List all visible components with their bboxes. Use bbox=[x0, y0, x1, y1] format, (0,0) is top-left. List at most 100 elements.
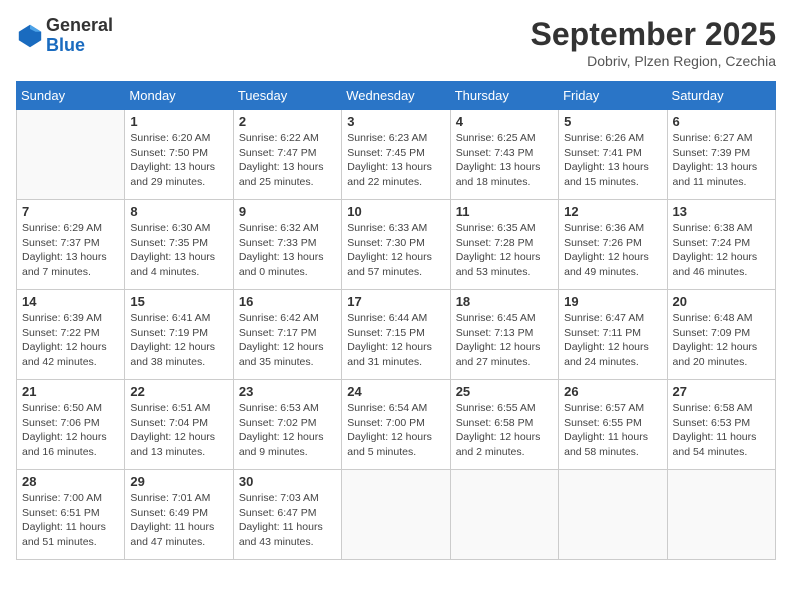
calendar-cell: 19 Sunrise: 6:47 AM Sunset: 7:11 PM Dayli… bbox=[559, 290, 667, 380]
calendar-week-row: 21Sunrise: 6:50 AM Sunset: 7:06 PM Dayli… bbox=[17, 380, 776, 470]
day-info: Sunrise: 6:48 AM Sunset: 7:09 PM Dayligh… bbox=[673, 311, 770, 370]
calendar-cell: 18Sunrise: 6:45 AM Sunset: 7:13 PM Dayli… bbox=[450, 290, 558, 380]
calendar-cell: 16 Sunrise: 6:42 AM Sunset: 7:17 PM Dayli… bbox=[233, 290, 341, 380]
calendar-cell: 20 Sunrise: 6:48 AM Sunset: 7:09 PM Dayli… bbox=[667, 290, 775, 380]
logo-text: General Blue bbox=[46, 16, 113, 56]
day-info: Sunrise: 6:41 AM Sunset: 7:19 PM Dayligh… bbox=[130, 311, 227, 370]
day-number: 8 bbox=[130, 204, 227, 219]
calendar-table: SundayMondayTuesdayWednesdayThursdayFrid… bbox=[16, 81, 776, 560]
day-info: Sunrise: 6:25 AM Sunset: 7:43 PM Dayligh… bbox=[456, 131, 553, 190]
calendar-cell: 26 Sunrise: 6:57 AM Sunset: 6:55 PM Dayli… bbox=[559, 380, 667, 470]
calendar-cell: 13 Sunrise: 6:38 AM Sunset: 7:24 PM Dayli… bbox=[667, 200, 775, 290]
calendar-header: SundayMondayTuesdayWednesdayThursdayFrid… bbox=[17, 82, 776, 110]
day-number: 15 bbox=[130, 294, 227, 309]
day-number: 29 bbox=[130, 474, 227, 489]
title-block: September 2025 Dobriv, Plzen Region, Cze… bbox=[531, 16, 776, 69]
calendar-cell: 17Sunrise: 6:44 AM Sunset: 7:15 PM Dayli… bbox=[342, 290, 450, 380]
day-info: Sunrise: 6:51 AM Sunset: 7:04 PM Dayligh… bbox=[130, 401, 227, 460]
calendar-cell: 28 Sunrise: 7:00 AM Sunset: 6:51 PM Dayli… bbox=[17, 470, 125, 560]
day-info: Sunrise: 6:45 AM Sunset: 7:13 PM Dayligh… bbox=[456, 311, 553, 370]
day-info: Sunrise: 6:55 AM Sunset: 6:58 PM Dayligh… bbox=[456, 401, 553, 460]
calendar-cell: 25 Sunrise: 6:55 AM Sunset: 6:58 PM Dayli… bbox=[450, 380, 558, 470]
calendar-cell: 9 Sunrise: 6:32 AM Sunset: 7:33 PM Daylig… bbox=[233, 200, 341, 290]
weekday-header: Tuesday bbox=[233, 82, 341, 110]
day-number: 16 bbox=[239, 294, 336, 309]
weekday-row: SundayMondayTuesdayWednesdayThursdayFrid… bbox=[17, 82, 776, 110]
calendar-cell bbox=[450, 470, 558, 560]
day-number: 21 bbox=[22, 384, 119, 399]
day-info: Sunrise: 7:00 AM Sunset: 6:51 PM Dayligh… bbox=[22, 491, 119, 550]
calendar-week-row: 1 Sunrise: 6:20 AM Sunset: 7:50 PM Daylig… bbox=[17, 110, 776, 200]
day-info: Sunrise: 6:57 AM Sunset: 6:55 PM Dayligh… bbox=[564, 401, 661, 460]
day-info: Sunrise: 6:33 AM Sunset: 7:30 PM Dayligh… bbox=[347, 221, 444, 280]
calendar-cell bbox=[342, 470, 450, 560]
day-info: Sunrise: 6:38 AM Sunset: 7:24 PM Dayligh… bbox=[673, 221, 770, 280]
day-info: Sunrise: 6:58 AM Sunset: 6:53 PM Dayligh… bbox=[673, 401, 770, 460]
day-info: Sunrise: 7:01 AM Sunset: 6:49 PM Dayligh… bbox=[130, 491, 227, 550]
day-info: Sunrise: 6:47 AM Sunset: 7:11 PM Dayligh… bbox=[564, 311, 661, 370]
day-number: 19 bbox=[564, 294, 661, 309]
day-number: 12 bbox=[564, 204, 661, 219]
calendar-week-row: 28 Sunrise: 7:00 AM Sunset: 6:51 PM Dayli… bbox=[17, 470, 776, 560]
day-info: Sunrise: 6:35 AM Sunset: 7:28 PM Dayligh… bbox=[456, 221, 553, 280]
calendar-cell bbox=[667, 470, 775, 560]
weekday-header: Friday bbox=[559, 82, 667, 110]
calendar-cell: 22Sunrise: 6:51 AM Sunset: 7:04 PM Dayli… bbox=[125, 380, 233, 470]
day-number: 26 bbox=[564, 384, 661, 399]
logo-blue-label: Blue bbox=[46, 36, 113, 56]
logo: General Blue bbox=[16, 16, 113, 56]
day-number: 4 bbox=[456, 114, 553, 129]
day-info: Sunrise: 6:22 AM Sunset: 7:47 PM Dayligh… bbox=[239, 131, 336, 190]
day-number: 3 bbox=[347, 114, 444, 129]
weekday-header: Sunday bbox=[17, 82, 125, 110]
day-info: Sunrise: 6:23 AM Sunset: 7:45 PM Dayligh… bbox=[347, 131, 444, 190]
day-info: Sunrise: 6:30 AM Sunset: 7:35 PM Dayligh… bbox=[130, 221, 227, 280]
logo-icon bbox=[16, 22, 44, 50]
logo-general-label: General bbox=[46, 16, 113, 36]
day-info: Sunrise: 6:42 AM Sunset: 7:17 PM Dayligh… bbox=[239, 311, 336, 370]
weekday-header: Wednesday bbox=[342, 82, 450, 110]
day-number: 14 bbox=[22, 294, 119, 309]
day-number: 9 bbox=[239, 204, 336, 219]
calendar-cell: 29 Sunrise: 7:01 AM Sunset: 6:49 PM Dayli… bbox=[125, 470, 233, 560]
month-title: September 2025 bbox=[531, 16, 776, 53]
day-number: 28 bbox=[22, 474, 119, 489]
page-header: General Blue September 2025 Dobriv, Plze… bbox=[16, 16, 776, 69]
day-number: 7 bbox=[22, 204, 119, 219]
calendar-body: 1 Sunrise: 6:20 AM Sunset: 7:50 PM Daylig… bbox=[17, 110, 776, 560]
day-number: 13 bbox=[673, 204, 770, 219]
weekday-header: Monday bbox=[125, 82, 233, 110]
weekday-header: Saturday bbox=[667, 82, 775, 110]
calendar-cell: 23Sunrise: 6:53 AM Sunset: 7:02 PM Dayli… bbox=[233, 380, 341, 470]
day-number: 27 bbox=[673, 384, 770, 399]
day-info: Sunrise: 6:27 AM Sunset: 7:39 PM Dayligh… bbox=[673, 131, 770, 190]
day-info: Sunrise: 6:36 AM Sunset: 7:26 PM Dayligh… bbox=[564, 221, 661, 280]
calendar-cell: 24Sunrise: 6:54 AM Sunset: 7:00 PM Dayli… bbox=[342, 380, 450, 470]
calendar-cell: 10 Sunrise: 6:33 AM Sunset: 7:30 PM Dayli… bbox=[342, 200, 450, 290]
day-number: 25 bbox=[456, 384, 553, 399]
calendar-cell: 4 Sunrise: 6:25 AM Sunset: 7:43 PM Daylig… bbox=[450, 110, 558, 200]
day-number: 17 bbox=[347, 294, 444, 309]
day-info: Sunrise: 6:32 AM Sunset: 7:33 PM Dayligh… bbox=[239, 221, 336, 280]
day-number: 30 bbox=[239, 474, 336, 489]
day-number: 10 bbox=[347, 204, 444, 219]
day-info: Sunrise: 6:20 AM Sunset: 7:50 PM Dayligh… bbox=[130, 131, 227, 190]
calendar-cell: 6Sunrise: 6:27 AM Sunset: 7:39 PM Daylig… bbox=[667, 110, 775, 200]
day-number: 11 bbox=[456, 204, 553, 219]
day-info: Sunrise: 6:54 AM Sunset: 7:00 PM Dayligh… bbox=[347, 401, 444, 460]
day-number: 5 bbox=[564, 114, 661, 129]
day-number: 2 bbox=[239, 114, 336, 129]
calendar-week-row: 7Sunrise: 6:29 AM Sunset: 7:37 PM Daylig… bbox=[17, 200, 776, 290]
day-info: Sunrise: 6:53 AM Sunset: 7:02 PM Dayligh… bbox=[239, 401, 336, 460]
location-label: Dobriv, Plzen Region, Czechia bbox=[531, 53, 776, 69]
calendar-cell: 1 Sunrise: 6:20 AM Sunset: 7:50 PM Daylig… bbox=[125, 110, 233, 200]
calendar-week-row: 14 Sunrise: 6:39 AM Sunset: 7:22 PM Dayli… bbox=[17, 290, 776, 380]
day-info: Sunrise: 6:39 AM Sunset: 7:22 PM Dayligh… bbox=[22, 311, 119, 370]
calendar-cell: 30Sunrise: 7:03 AM Sunset: 6:47 PM Dayli… bbox=[233, 470, 341, 560]
calendar-cell: 21Sunrise: 6:50 AM Sunset: 7:06 PM Dayli… bbox=[17, 380, 125, 470]
day-number: 20 bbox=[673, 294, 770, 309]
calendar-cell: 8 Sunrise: 6:30 AM Sunset: 7:35 PM Daylig… bbox=[125, 200, 233, 290]
calendar-cell: 15 Sunrise: 6:41 AM Sunset: 7:19 PM Dayli… bbox=[125, 290, 233, 380]
calendar-cell: 12 Sunrise: 6:36 AM Sunset: 7:26 PM Dayli… bbox=[559, 200, 667, 290]
day-number: 1 bbox=[130, 114, 227, 129]
